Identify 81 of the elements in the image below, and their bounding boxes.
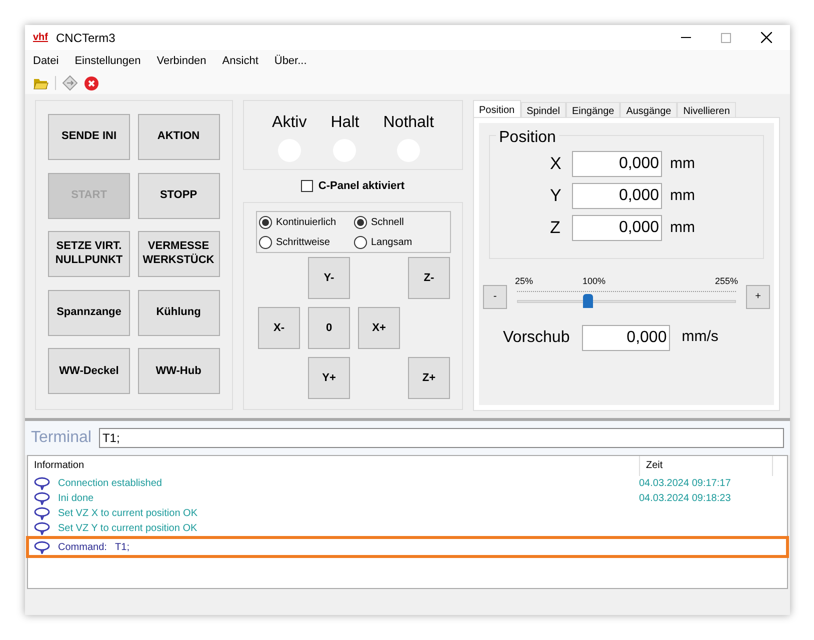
action-button[interactable]: WW-Deckel xyxy=(48,348,130,394)
jog-button[interactable]: Z+ xyxy=(408,357,450,399)
jog-button[interactable]: Y+ xyxy=(308,357,350,399)
axis-label: Y xyxy=(550,185,562,208)
tab[interactable]: Ausgänge xyxy=(620,102,678,117)
slider-track[interactable] xyxy=(517,288,736,308)
column-header[interactable]: Information xyxy=(28,456,640,476)
stop-icon[interactable] xyxy=(84,76,99,90)
action-button[interactable]: Kühlung xyxy=(138,290,220,336)
menu-item[interactable]: Ansicht xyxy=(222,52,258,70)
axis-label: X xyxy=(550,153,562,176)
log-message: Set VZ X to current position OK xyxy=(57,507,199,521)
radio-button[interactable] xyxy=(354,236,367,248)
column-header[interactable]: Zeit xyxy=(640,456,773,476)
radio-button[interactable] xyxy=(354,216,367,228)
action-button[interactable]: VERMESSE WERKSTÜCK xyxy=(138,231,220,278)
log-message: Connection established xyxy=(57,477,163,491)
feed-label: Vorschub xyxy=(503,328,570,348)
tab[interactable]: Position xyxy=(473,100,521,117)
decrease-button[interactable]: - xyxy=(483,284,507,308)
slider-mid-label: 100% xyxy=(582,275,606,288)
unit-label: mm xyxy=(670,218,695,238)
log-message: Set VZ Y to current position OK xyxy=(57,522,198,536)
close-icon[interactable] xyxy=(761,32,772,43)
radio-button[interactable] xyxy=(259,236,272,248)
tab[interactable]: Spindel xyxy=(520,102,566,117)
action-button[interactable]: STOPP xyxy=(138,172,220,219)
diamond-arrow-icon[interactable] xyxy=(62,75,78,91)
message-icon xyxy=(34,492,50,505)
position-field[interactable]: 0,000 xyxy=(572,151,662,177)
tab[interactable]: Eingänge xyxy=(566,102,620,117)
log-message: Ini done xyxy=(57,492,95,506)
status-label: Aktiv xyxy=(272,113,307,133)
radio-label: Schrittweise xyxy=(276,236,330,250)
position-field[interactable]: 0,000 xyxy=(572,215,662,241)
action-button[interactable]: WW-Hub xyxy=(138,348,220,394)
message-icon xyxy=(34,507,50,520)
action-button[interactable]: SENDE INI xyxy=(48,114,130,160)
jog-button[interactable]: Y- xyxy=(308,257,350,299)
checkbox[interactable] xyxy=(301,180,314,192)
unit-label: mm xyxy=(670,154,695,174)
increase-button[interactable]: + xyxy=(746,284,770,308)
menu-item[interactable]: Verbinden xyxy=(156,52,206,70)
window-title: CNCTerm3 xyxy=(56,30,116,46)
slider-max-label: 255% xyxy=(714,275,738,288)
unit-label: mm/s xyxy=(682,327,718,348)
menu-item[interactable]: Über... xyxy=(274,52,307,70)
log-message: Command: T1; xyxy=(57,540,131,554)
jog-button[interactable]: Z- xyxy=(408,257,450,299)
position-field[interactable]: 0,000 xyxy=(572,183,662,209)
slider-thumb[interactable] xyxy=(583,294,594,308)
message-icon xyxy=(34,540,50,554)
log-row[interactable]: Command: T1; xyxy=(26,536,789,558)
radio-label: Schnell xyxy=(371,216,404,230)
tab[interactable]: Nivellieren xyxy=(677,102,736,117)
message-icon xyxy=(34,477,50,490)
slider-min-label: 25% xyxy=(515,275,534,288)
status-label: Nothalt xyxy=(383,113,434,133)
axis-label: Z xyxy=(550,217,562,240)
open-folder-icon[interactable] xyxy=(33,76,49,90)
log-time: 04.03.2024 09:18:23 xyxy=(639,492,731,506)
radio-button[interactable] xyxy=(259,216,272,228)
menu-item[interactable]: Datei xyxy=(33,52,59,70)
status-label: Halt xyxy=(330,113,360,133)
action-button[interactable]: Spannzange xyxy=(48,290,130,336)
radio-label: Langsam xyxy=(371,236,412,250)
feed-field[interactable]: 0,000 xyxy=(582,324,670,350)
terminal-field[interactable]: T1; xyxy=(99,428,784,448)
log-time: 04.03.2024 09:17:17 xyxy=(639,477,731,491)
app-logo: vhf xyxy=(33,31,48,45)
unit-label: mm xyxy=(670,186,695,206)
checkbox-label: C-Panel aktiviert xyxy=(318,178,405,194)
terminal-label: Terminal xyxy=(31,428,92,448)
jog-button[interactable]: 0 xyxy=(308,307,350,349)
action-button[interactable]: SETZE VIRT. NULLPUNKT xyxy=(48,231,130,278)
message-icon xyxy=(34,522,50,535)
menu-item[interactable]: Einstellungen xyxy=(74,52,141,70)
jog-button[interactable]: X- xyxy=(258,307,300,349)
radio-label: Kontinuierlich xyxy=(276,216,336,230)
jog-button[interactable]: X+ xyxy=(358,307,400,349)
action-button[interactable]: AKTION xyxy=(138,114,220,160)
